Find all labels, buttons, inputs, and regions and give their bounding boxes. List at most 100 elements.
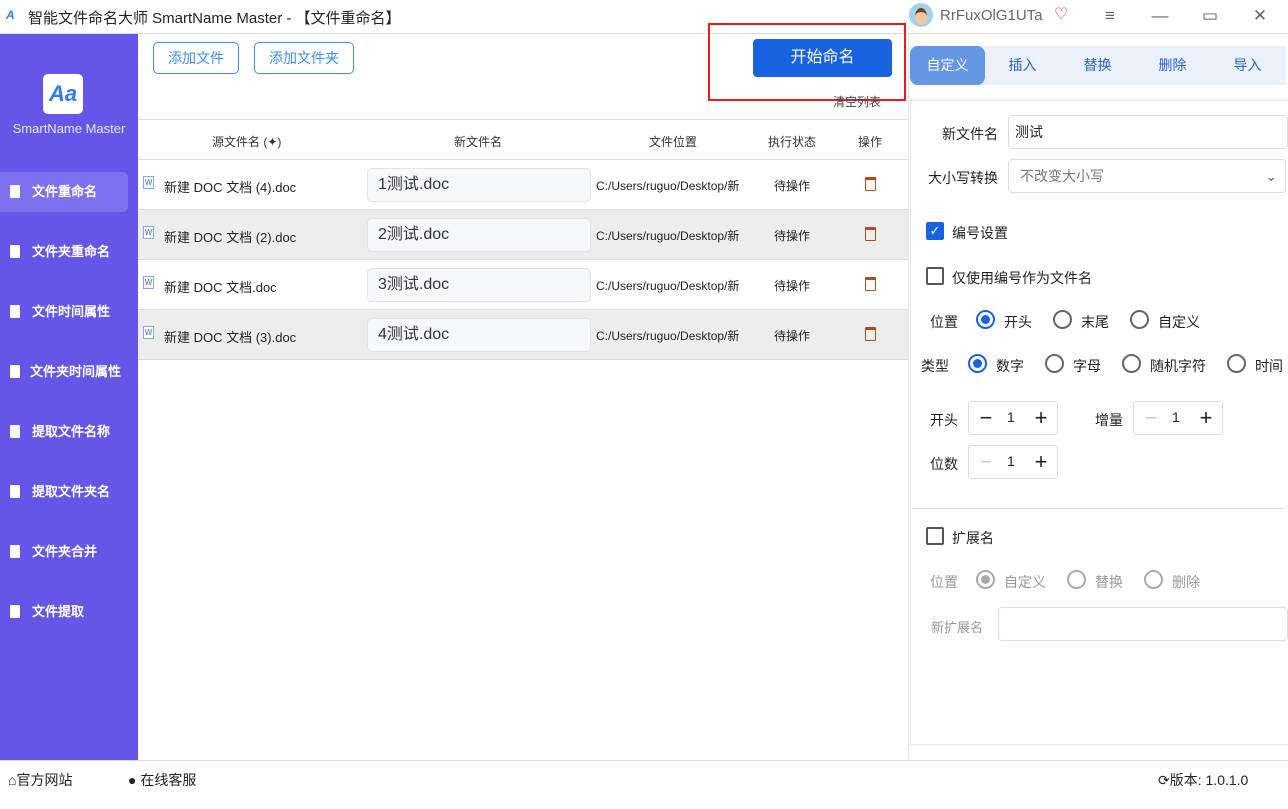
trash-icon[interactable] [865,227,876,241]
app-name: SmartName Master [12,121,126,136]
vip-diamond-icon[interactable]: ♡ [1054,4,1068,24]
table-row[interactable]: W 新建 DOC 文档 (3).doc 4测试.doc C:/Users/ruguo/… [138,310,908,360]
version-label: 版本: [1169,772,1202,788]
plus-icon[interactable]: + [1194,405,1218,431]
footer: ⌂官方网站 ● 在线客服 ⟳版本: 1.0.1.0 [0,760,1288,809]
increment-label: 增量 [1095,412,1123,428]
sidebar-item-extract-filename[interactable]: 提取文件名称 [0,412,138,452]
nav-label: 文件夹重命名 [32,244,111,259]
type-letter-radio[interactable] [1045,354,1064,373]
new-name-input[interactable]: 4测试.doc [367,318,591,352]
extension-checkbox[interactable] [926,527,944,545]
file-path: C:/Users/ruguo/Desktop/新 [596,279,740,293]
new-name-input[interactable]: 1测试.doc [367,168,591,202]
file-icon [10,245,20,258]
tab-import[interactable]: 导入 [1210,46,1285,85]
stepper-value[interactable]: 1 [1007,453,1015,469]
nav-label: 文件重命名 [32,184,98,199]
new-name-input[interactable]: 2测试.doc [367,218,591,252]
increment-stepper[interactable]: −1 + [1133,401,1223,435]
new-ext-field[interactable] [998,607,1288,641]
status: 待操作 [774,229,811,243]
tab-delete[interactable]: 删除 [1135,46,1210,85]
case-select[interactable]: 不改变大小写 ⌄ [1008,159,1286,193]
nav-label: 文件夹时间属性 [30,364,122,379]
radio-label: 数字 [996,358,1024,374]
table-row[interactable]: W 新建 DOC 文档 (4).doc 1测试.doc C:/Users/ruguo/… [138,160,908,210]
start-stepper[interactable]: −1 + [968,401,1058,435]
trash-icon[interactable] [865,327,876,341]
avatar[interactable] [909,3,933,27]
sidebar-item-file-time[interactable]: 文件时间属性 [0,292,138,332]
new-name-input[interactable]: 3测试.doc [367,268,591,302]
plus-icon[interactable]: + [1029,405,1053,431]
source-name: 新建 DOC 文档.doc [164,280,277,295]
position-start-radio[interactable] [976,310,995,329]
maximize-icon[interactable]: ▭ [1195,4,1225,28]
sidebar-item-folder-rename[interactable]: 文件夹重命名 [0,232,138,272]
tab-custom[interactable]: 自定义 [910,46,985,85]
stepper-value[interactable]: 1 [1172,409,1180,425]
close-icon[interactable]: ✕ [1245,4,1275,28]
sidebar-item-file-rename[interactable]: 文件重命名 [0,172,128,212]
add-folder-button[interactable]: 添加文件夹 [254,42,354,74]
headset-icon: ● [128,772,137,788]
radio-label: 删除 [1172,574,1200,590]
sidebar-item-extract-foldername[interactable]: 提取文件夹名 [0,472,138,512]
tab-bar: 自定义 插入 替换 删除 导入 [910,46,1286,85]
website-link[interactable]: ⌂官方网站 [8,770,72,790]
ext-replace-radio[interactable] [1067,570,1086,589]
sidebar [0,34,138,760]
sidebar-item-file-extract[interactable]: 文件提取 [0,592,138,632]
trash-icon[interactable] [865,177,876,191]
radio-label: 随机字符 [1150,358,1206,374]
trash-icon[interactable] [865,277,876,291]
tab-replace[interactable]: 替换 [1060,46,1135,85]
type-number-radio[interactable] [968,354,987,373]
tab-insert[interactable]: 插入 [985,46,1060,85]
file-path: C:/Users/ruguo/Desktop/新 [596,179,740,193]
radio-label: 自定义 [1158,314,1200,330]
sidebar-item-folder-merge[interactable]: 文件夹合并 [0,532,138,572]
position-custom-radio[interactable] [1130,310,1149,329]
refresh-icon[interactable]: ⟳ [1158,772,1170,788]
support-link[interactable]: ● 在线客服 [128,770,196,790]
clear-list-link[interactable]: 清空列表 [833,93,881,110]
numbering-label: 编号设置 [952,225,1008,241]
window-title: 智能文件命名大师 SmartName Master - 【文件重命名】 [28,10,401,27]
digits-stepper[interactable]: −1 + [968,445,1058,479]
type-time-radio[interactable] [1227,354,1246,373]
minus-icon[interactable]: − [974,449,998,475]
case-label: 大小写转换 [928,170,998,186]
only-number-checkbox[interactable] [926,267,944,285]
extension-label: 扩展名 [952,530,994,546]
type-random-radio[interactable] [1122,354,1141,373]
add-file-button[interactable]: 添加文件 [153,42,239,74]
plus-icon[interactable]: + [1029,449,1053,475]
minus-icon[interactable]: − [974,405,998,431]
nav-label: 提取文件夹名 [32,484,111,499]
website-label: 官方网站 [16,772,73,788]
file-icon [10,365,20,378]
numbering-checkbox[interactable]: ✓ [926,222,944,240]
nav-label: 文件夹合并 [32,544,98,559]
stepper-value[interactable]: 1 [1007,409,1015,425]
file-path: C:/Users/ruguo/Desktop/新 [596,329,740,343]
file-icon [10,305,20,318]
position-label: 位置 [930,314,958,330]
table-row[interactable]: W 新建 DOC 文档.doc 3测试.doc C:/Users/ruguo/Desk… [138,260,908,310]
table-row[interactable]: W 新建 DOC 文档 (2).doc 2测试.doc C:/Users/ruguo/… [138,210,908,260]
position-end-radio[interactable] [1053,310,1072,329]
minimize-icon[interactable]: — [1145,4,1175,28]
nav-label: 文件提取 [32,604,85,619]
divider [913,508,1285,509]
menu-icon[interactable]: ≡ [1095,4,1125,28]
ext-delete-radio[interactable] [1144,570,1163,589]
username[interactable]: RrFuxOlG1UTa [940,7,1043,24]
ext-custom-radio[interactable] [976,570,995,589]
col-source[interactable]: 源文件名 (✦) [212,133,281,150]
chevron-down-icon: ⌄ [1265,168,1277,184]
new-name-field[interactable]: 测试 [1008,115,1288,149]
minus-icon[interactable]: − [1139,405,1163,431]
sidebar-item-folder-time[interactable]: 文件夹时间属性 [0,352,138,392]
